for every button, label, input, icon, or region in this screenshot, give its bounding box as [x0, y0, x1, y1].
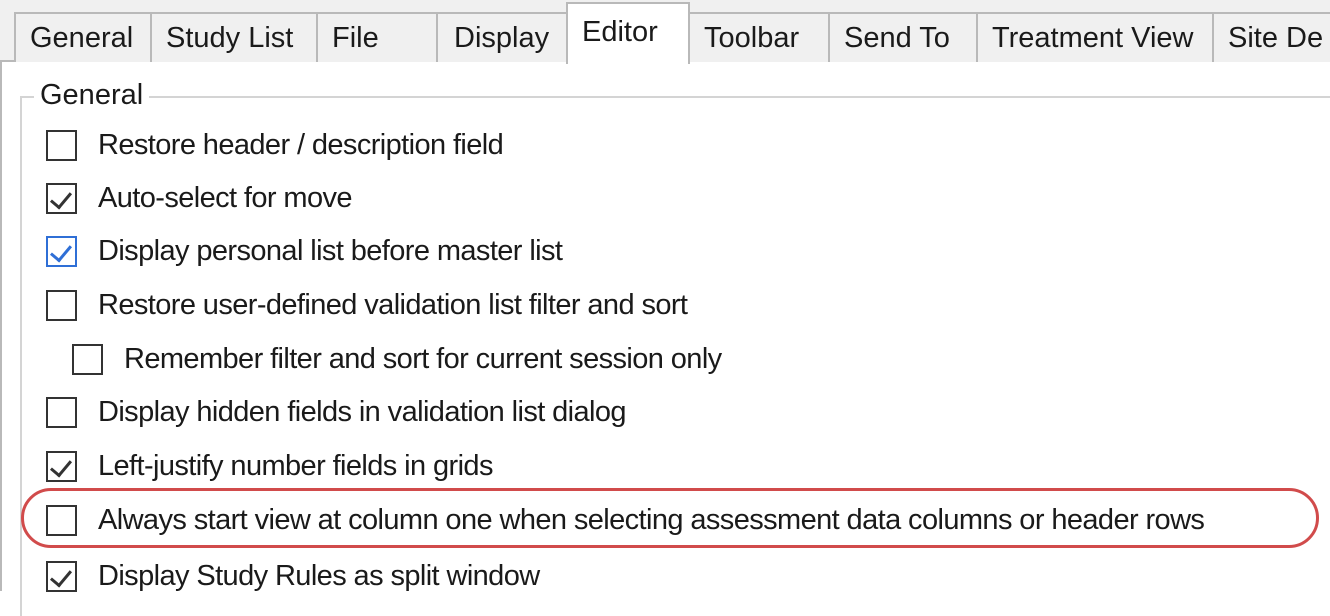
tab-editor[interactable]: Editor — [566, 2, 690, 64]
tab-site-de[interactable]: Site De — [1212, 12, 1330, 62]
checkbox[interactable] — [46, 450, 77, 482]
option-display-personal-list[interactable]: Display personal list before master list — [46, 231, 563, 271]
option-label: Display hidden fields in validation list… — [98, 395, 627, 428]
option-label: Restore header / description field — [98, 128, 504, 161]
option-label: Display Study Rules as split window — [98, 559, 540, 592]
checkbox[interactable] — [46, 182, 77, 214]
option-label: Remember filter and sort for current ses… — [124, 342, 722, 375]
checkbox[interactable] — [46, 289, 77, 321]
checkmark-icon — [53, 188, 68, 196]
tab-strip: General Study List File Display Toolbar … — [0, 0, 1330, 64]
option-label: Left-justify number fields in grids — [98, 449, 493, 482]
option-restore-validation-filter[interactable]: Restore user-defined validation list fil… — [46, 285, 688, 325]
option-left-justify-numbers[interactable]: Left-justify number fields in grids — [46, 446, 493, 486]
checkbox[interactable] — [46, 235, 77, 267]
tab-send-to[interactable]: Send To — [828, 12, 978, 62]
option-restore-header[interactable]: Restore header / description field — [46, 125, 504, 165]
option-remember-filter-session[interactable]: Remember filter and sort for current ses… — [72, 339, 722, 379]
checkbox[interactable] — [72, 343, 103, 375]
option-label: Auto-select for move — [98, 181, 353, 214]
option-display-hidden-fields[interactable]: Display hidden fields in validation list… — [46, 392, 627, 432]
tab-study-list[interactable]: Study List — [150, 12, 318, 62]
option-display-study-rules-split[interactable]: Display Study Rules as split window — [46, 556, 540, 596]
option-label: Restore user-defined validation list fil… — [98, 288, 688, 321]
option-auto-select-move[interactable]: Auto-select for move — [46, 178, 353, 218]
tab-display[interactable]: Display — [436, 12, 568, 62]
option-label: Always start view at column one when sel… — [98, 503, 1205, 536]
checkbox[interactable] — [46, 504, 77, 536]
tab-general[interactable]: General — [14, 12, 152, 62]
checkbox[interactable] — [46, 129, 77, 161]
group-title: General — [34, 78, 150, 112]
tab-file[interactable]: File — [316, 12, 438, 62]
option-label: Display personal list before master list — [98, 234, 563, 267]
option-always-start-column-one[interactable]: Always start view at column one when sel… — [46, 500, 1205, 540]
checkbox[interactable] — [46, 560, 77, 592]
checkbox[interactable] — [46, 396, 77, 428]
tab-toolbar[interactable]: Toolbar — [688, 12, 830, 62]
checkmark-icon — [53, 566, 68, 574]
tab-treatment-view[interactable]: Treatment View — [976, 12, 1214, 62]
checkmark-icon — [53, 241, 68, 249]
checkmark-icon — [53, 456, 68, 464]
